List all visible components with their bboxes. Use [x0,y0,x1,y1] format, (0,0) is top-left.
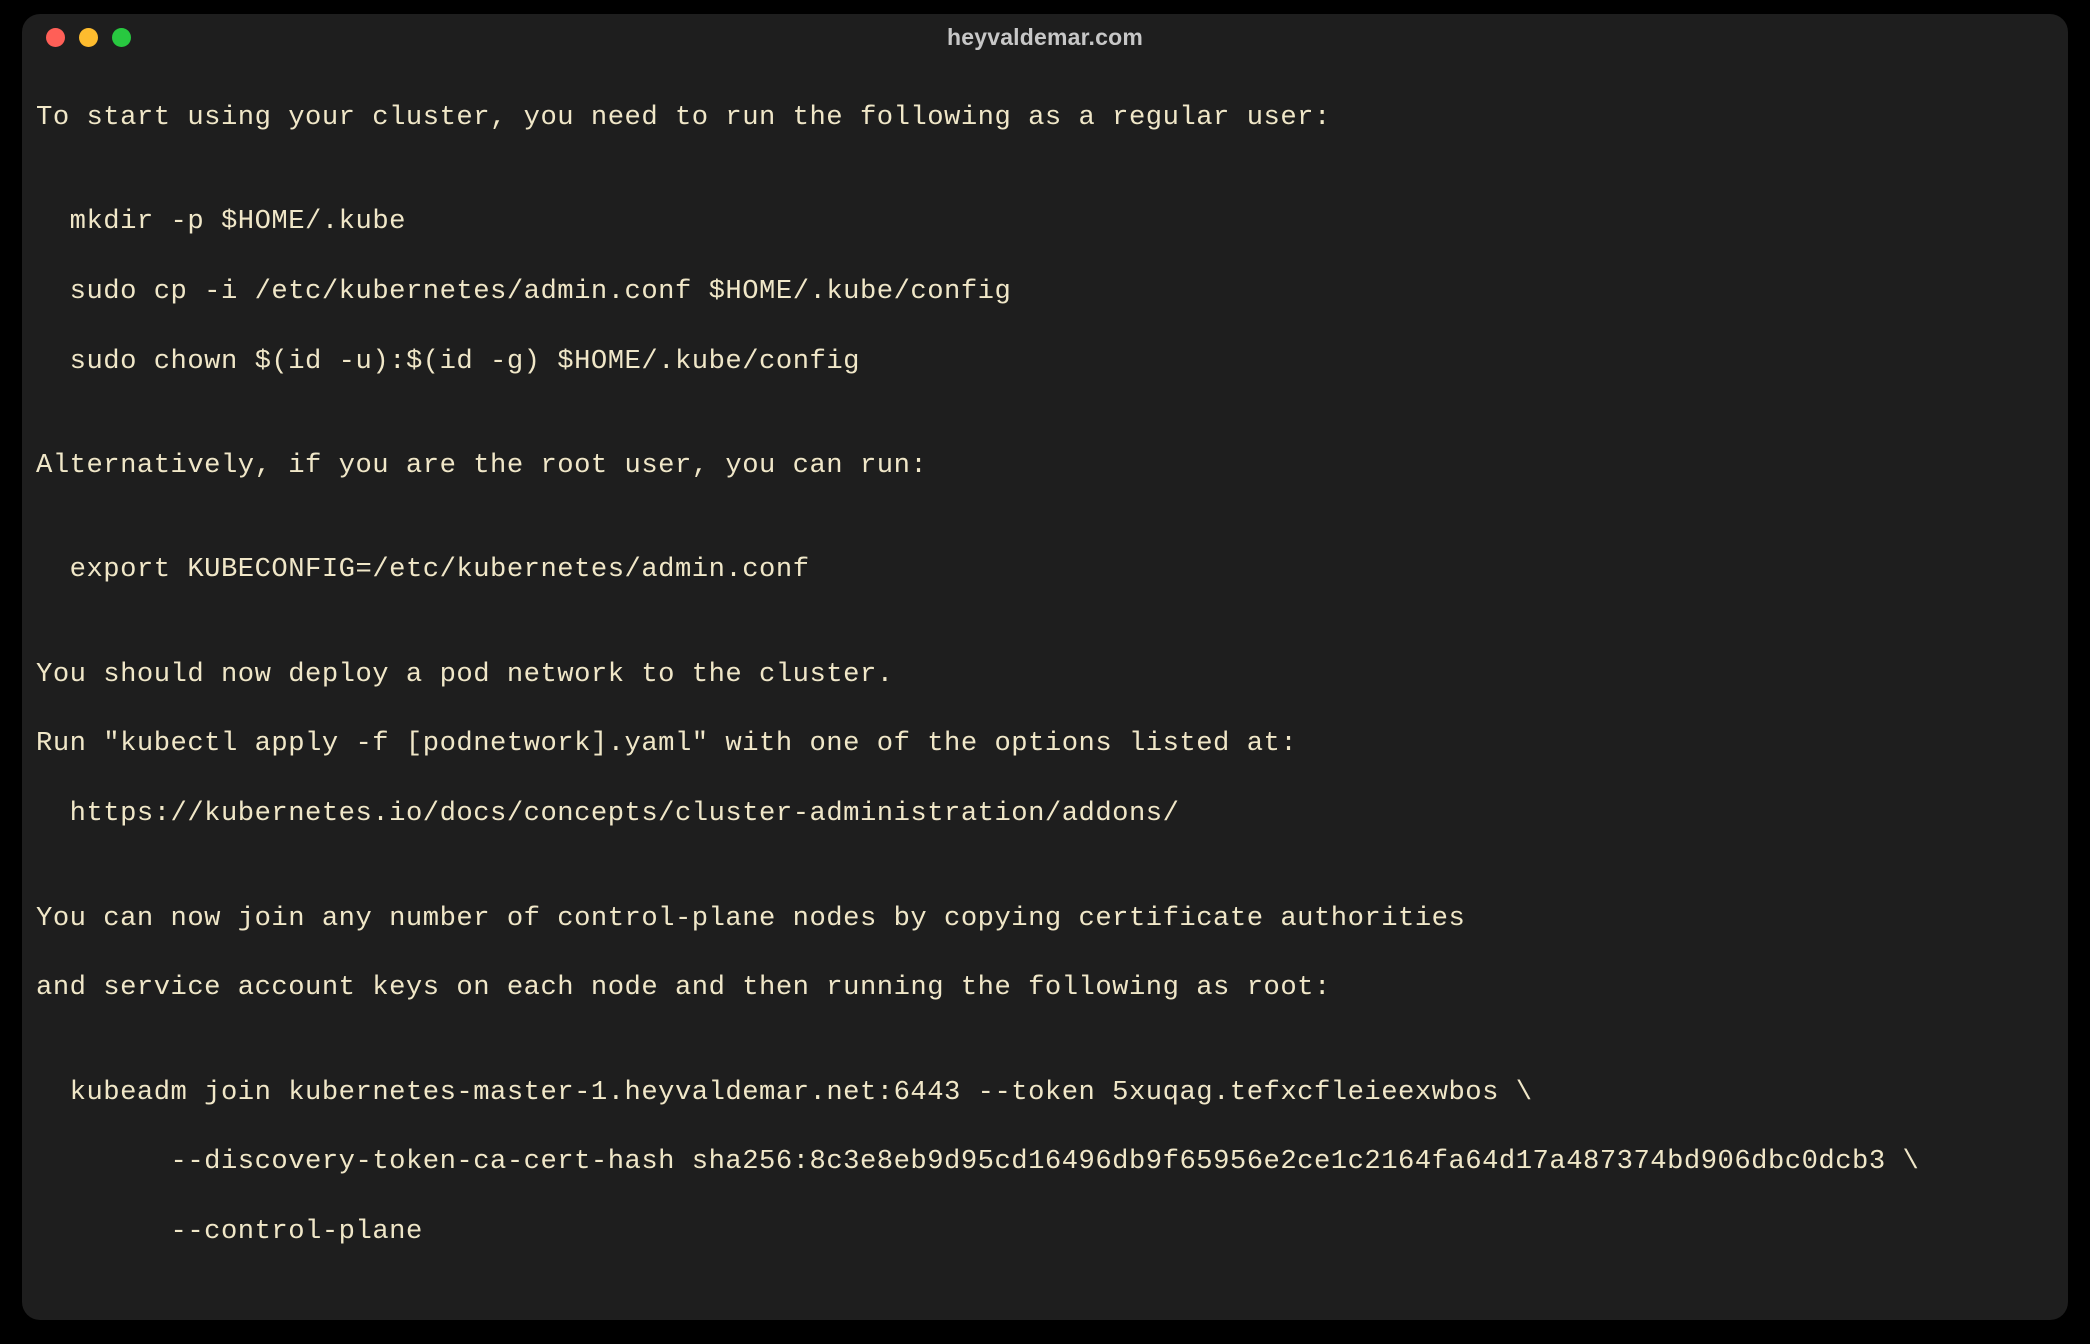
output-line: mkdir -p $HOME/.kube [36,205,2054,240]
close-icon[interactable] [46,28,65,47]
zoom-icon[interactable] [112,28,131,47]
output-line: sudo chown $(id -u):$(id -g) $HOME/.kube… [36,345,2054,380]
output-line: https://kubernetes.io/docs/concepts/clus… [36,797,2054,832]
output-line: export KUBECONFIG=/etc/kubernetes/admin.… [36,553,2054,588]
minimize-icon[interactable] [79,28,98,47]
output-line: Alternatively, if you are the root user,… [36,449,2054,484]
output-line: --control-plane [36,1215,2054,1250]
terminal-window: heyvaldemar.com To start using your clus… [22,14,2068,1320]
output-line: sudo cp -i /etc/kubernetes/admin.conf $H… [36,275,2054,310]
output-line: kubeadm join kubernetes-master-1.heyvald… [36,1076,2054,1111]
output-line: Then you can join any number of worker n… [36,1319,2054,1320]
traffic-lights [46,28,131,47]
output-line: You should now deploy a pod network to t… [36,658,2054,693]
output-line: and service account keys on each node an… [36,971,2054,1006]
output-line: --discovery-token-ca-cert-hash sha256:8c… [36,1145,2054,1180]
window-title: heyvaldemar.com [22,24,2068,51]
terminal-body[interactable]: To start using your cluster, you need to… [22,60,2068,1320]
output-line: To start using your cluster, you need to… [36,101,2054,136]
title-bar: heyvaldemar.com [22,14,2068,60]
output-line: You can now join any number of control-p… [36,902,2054,937]
output-line: Run "kubectl apply -f [podnetwork].yaml"… [36,727,2054,762]
